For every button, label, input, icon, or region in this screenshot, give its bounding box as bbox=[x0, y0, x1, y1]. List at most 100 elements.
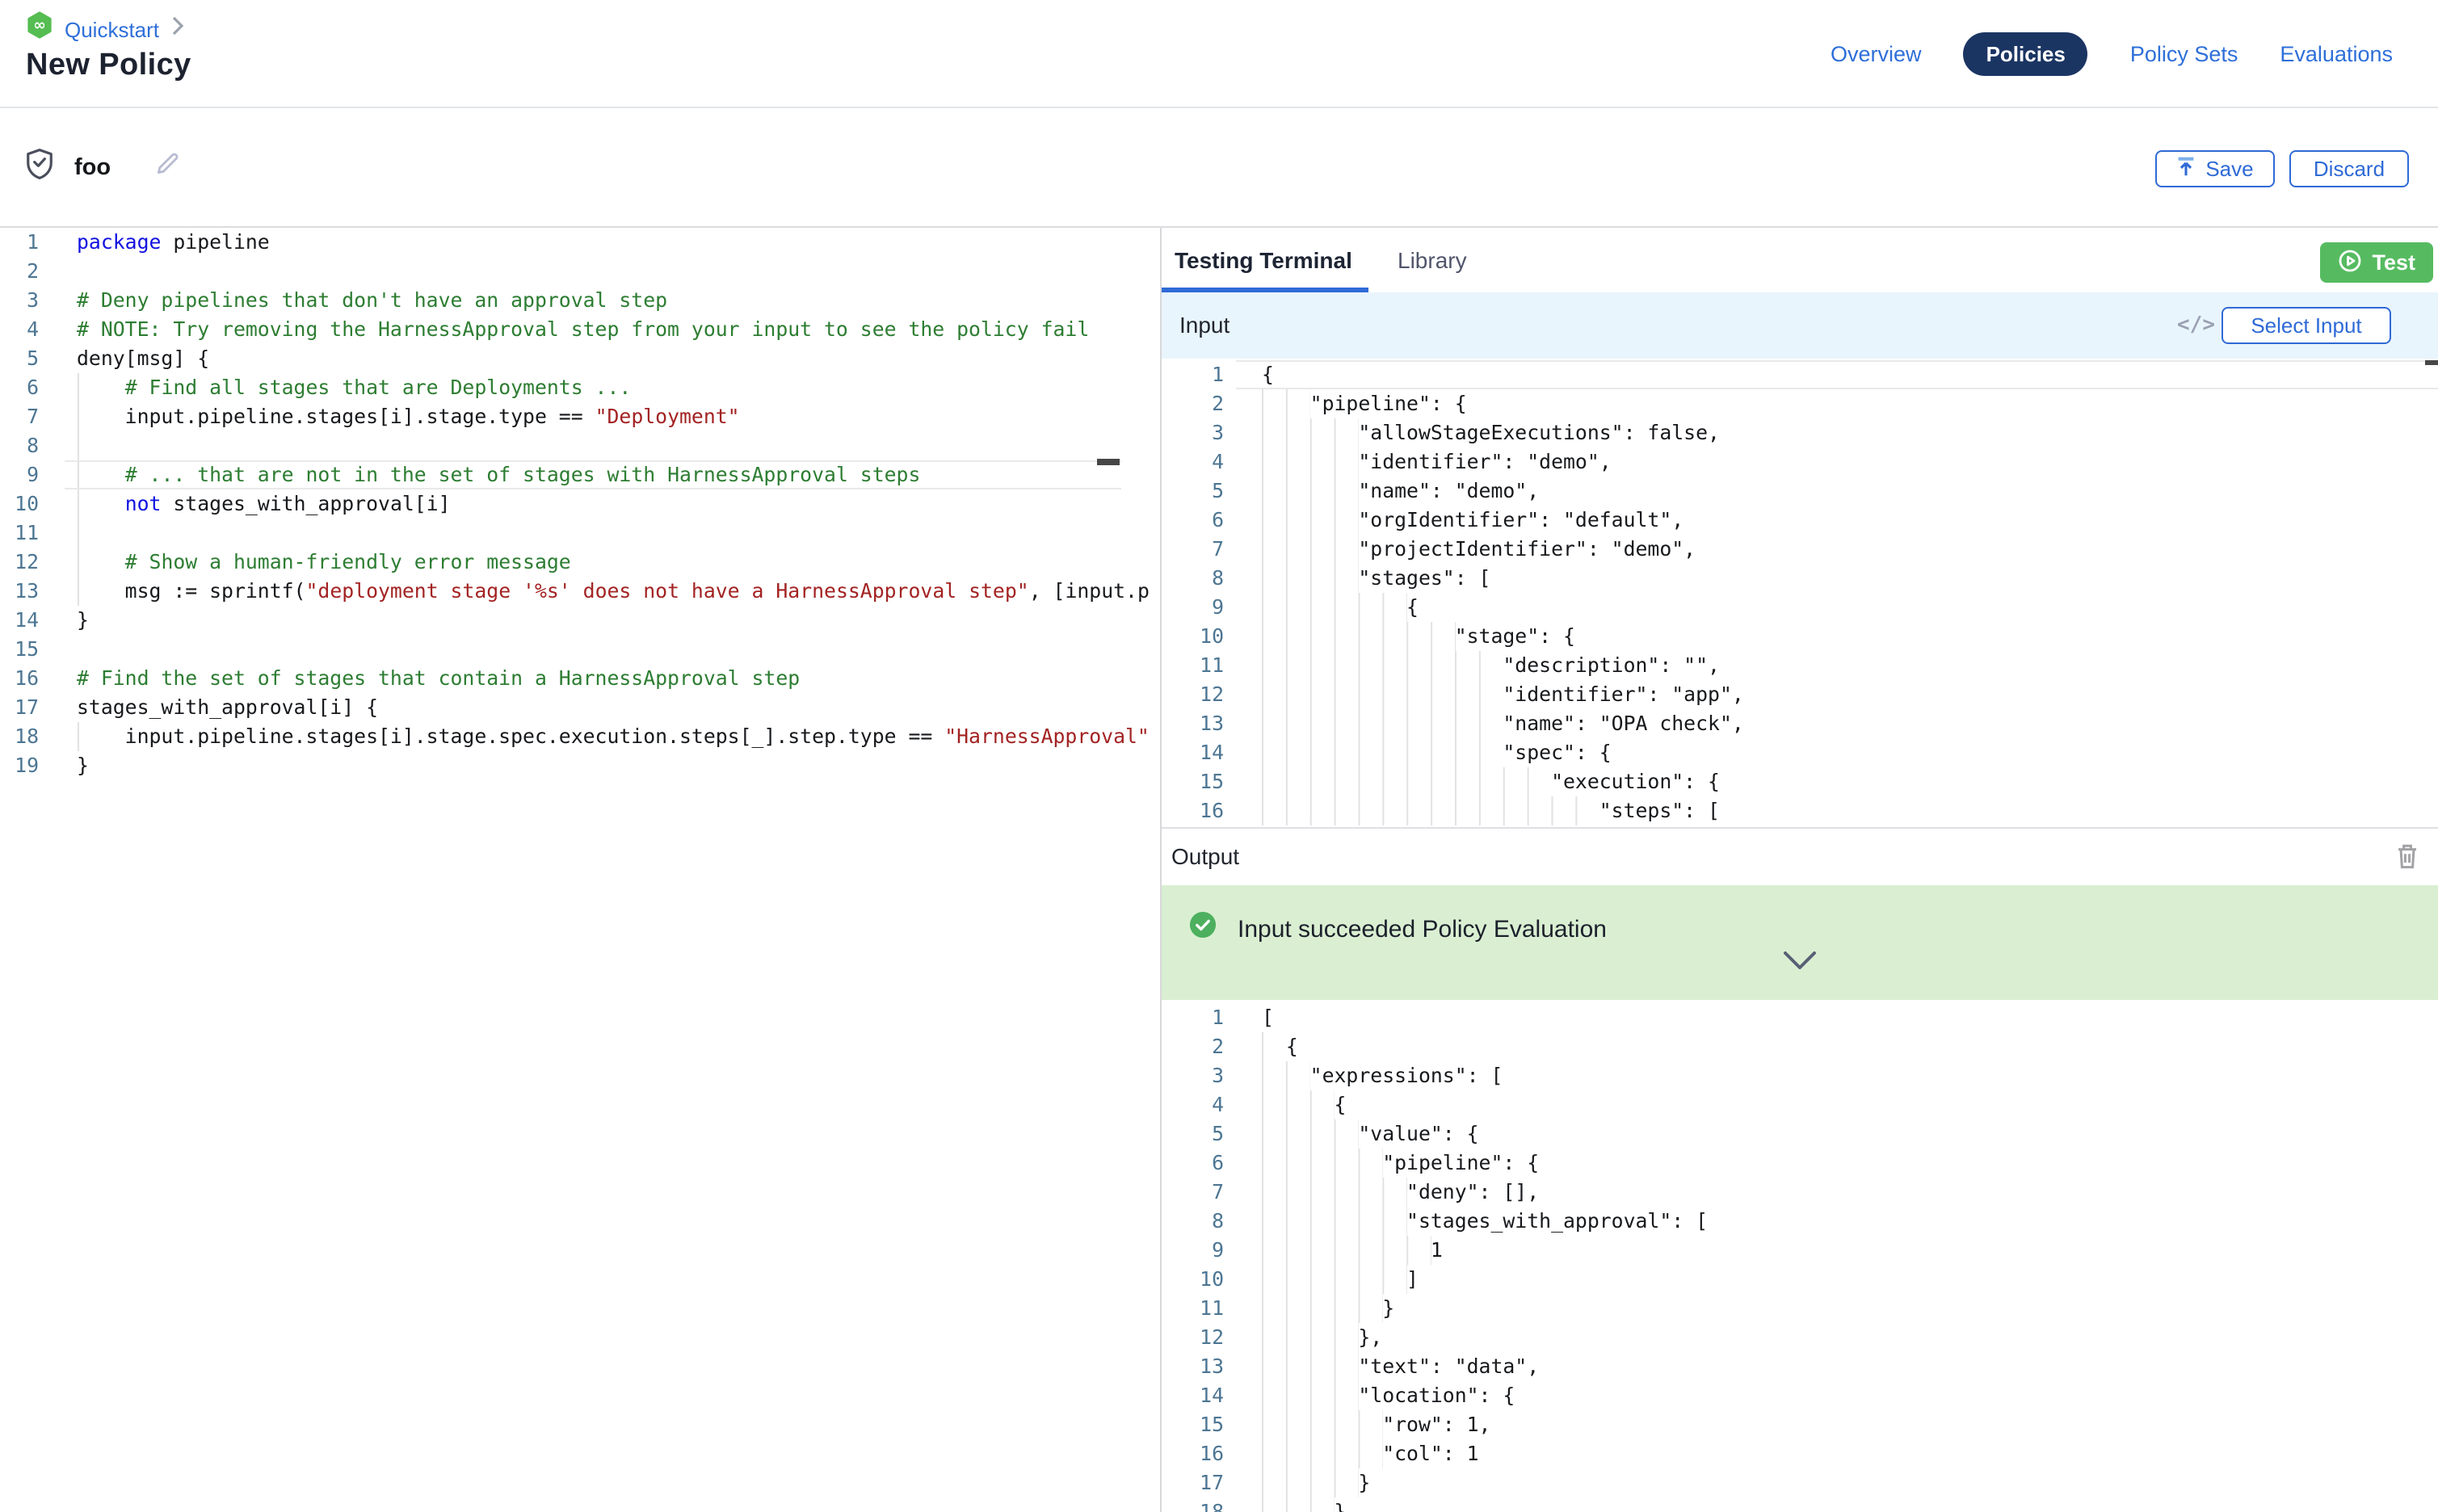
code-line: 18 input.pipeline.stages[i].stage.spec.e… bbox=[0, 722, 1160, 751]
line-number: 2 bbox=[0, 257, 39, 286]
code-line: 13 msg := sprintf("deployment stage '%s'… bbox=[0, 577, 1160, 606]
code-text: "spec": { bbox=[1262, 738, 1612, 767]
svg-text:∞: ∞ bbox=[33, 17, 46, 34]
code-text: not stages_with_approval[i] bbox=[77, 489, 451, 519]
code-line: 17 } bbox=[1162, 1468, 2438, 1497]
line-number: 5 bbox=[1162, 1119, 1224, 1149]
code-line: 3 "expressions": [ bbox=[1162, 1061, 2438, 1090]
discard-button[interactable]: Discard bbox=[2289, 150, 2409, 187]
line-number: 7 bbox=[0, 402, 39, 431]
save-button[interactable]: Save bbox=[2155, 150, 2275, 187]
code-text: "stage": { bbox=[1262, 622, 1575, 651]
code-view-icon[interactable]: </> bbox=[2177, 292, 2215, 359]
success-check-icon bbox=[1189, 911, 1217, 947]
clear-output-trash-icon[interactable] bbox=[2394, 842, 2420, 871]
line-number: 14 bbox=[0, 606, 39, 635]
code-text: # Deny pipelines that don't have an appr… bbox=[77, 286, 667, 315]
code-text: "identifier": "app", bbox=[1262, 680, 1744, 709]
line-number: 3 bbox=[0, 286, 39, 315]
output-json-editor[interactable]: 1[2 {3 "expressions": [4 {5 "value": {6 … bbox=[1162, 1003, 2438, 1512]
toolbar-actions: Save Discard bbox=[2155, 150, 2409, 187]
policy-name: foo bbox=[74, 155, 111, 181]
code-line: 16 "steps": [ bbox=[1162, 796, 2438, 825]
nav-item-evaluations[interactable]: Evaluations bbox=[2280, 42, 2393, 66]
line-number: 6 bbox=[1162, 506, 1224, 535]
code-line: 11 } bbox=[1162, 1294, 2438, 1323]
code-text: "steps": [ bbox=[1262, 796, 1720, 825]
tab-library[interactable]: Library bbox=[1385, 228, 1480, 288]
code-text: } bbox=[77, 606, 89, 635]
line-number: 12 bbox=[0, 548, 39, 577]
code-line: 3 # Deny pipelines that don't have an app… bbox=[0, 286, 1160, 315]
line-number: 11 bbox=[1162, 1294, 1224, 1323]
code-line: 9 { bbox=[1162, 593, 2438, 622]
line-number: 12 bbox=[1162, 680, 1224, 709]
code-line: 8 "stages": [ bbox=[1162, 564, 2438, 593]
code-text: msg := sprintf("deployment stage '%s' do… bbox=[77, 577, 1150, 606]
code-text: "text": "data", bbox=[1262, 1352, 1539, 1381]
line-number: 13 bbox=[1162, 1352, 1224, 1381]
shield-check-icon bbox=[24, 147, 55, 189]
page-header: ∞ Quickstart New Policy Overview Policie… bbox=[0, 0, 2438, 108]
code-line: 6 # Find all stages that are Deployments… bbox=[0, 373, 1160, 402]
code-text: [ bbox=[1262, 1003, 1274, 1032]
line-number: 8 bbox=[1162, 564, 1224, 593]
line-number: 4 bbox=[1162, 447, 1224, 477]
line-number: 10 bbox=[0, 489, 39, 519]
harness-logo-icon[interactable]: ∞ bbox=[26, 11, 53, 47]
code-line: 15 "execution": { bbox=[1162, 767, 2438, 796]
code-line: 17stages_with_approval[i] { bbox=[0, 693, 1160, 722]
code-text: "orgIdentifier": "default", bbox=[1262, 506, 1683, 535]
indent-guides bbox=[77, 431, 125, 460]
code-text: }, bbox=[1262, 1323, 1382, 1352]
code-text: { bbox=[1262, 1032, 1298, 1061]
code-line: 4 { bbox=[1162, 1090, 2438, 1119]
line-number: 4 bbox=[1162, 1090, 1224, 1119]
input-json-editor[interactable]: 1{2 "pipeline": {3 "allowStageExecutions… bbox=[1162, 360, 2438, 827]
breadcrumb-project-link[interactable]: Quickstart bbox=[65, 17, 159, 41]
line-number: 10 bbox=[1162, 1265, 1224, 1294]
code-line: 6 "pipeline": { bbox=[1162, 1149, 2438, 1178]
banner-message: Input succeeded Policy Evaluation bbox=[1238, 915, 1607, 943]
policy-toolbar: foo Save Discard bbox=[0, 108, 2438, 228]
code-line: 19} bbox=[0, 751, 1160, 780]
breadcrumb-chevron-icon bbox=[170, 15, 183, 44]
line-number: 12 bbox=[1162, 1323, 1224, 1352]
code-text: { bbox=[1262, 1090, 1346, 1119]
code-line: 5 "name": "demo", bbox=[1162, 477, 2438, 506]
code-line: 2 bbox=[0, 257, 1160, 286]
code-line: 13 "name": "OPA check", bbox=[1162, 709, 2438, 738]
code-line: 7 "deny": [], bbox=[1162, 1178, 2438, 1207]
collapse-chevron-icon[interactable] bbox=[1782, 950, 1818, 972]
nav-item-overview[interactable]: Overview bbox=[1831, 42, 1922, 66]
save-button-label: Save bbox=[2205, 157, 2253, 181]
nav-item-policies[interactable]: Policies bbox=[1964, 32, 2088, 76]
tab-testing-terminal[interactable]: Testing Terminal bbox=[1162, 228, 1365, 288]
line-number: 5 bbox=[1162, 477, 1224, 506]
code-line: 7 "projectIdentifier": "demo", bbox=[1162, 535, 2438, 564]
code-text: "name": "demo", bbox=[1262, 477, 1539, 506]
input-title: Input bbox=[1179, 292, 1230, 359]
code-line: 9 # ... that are not in the set of stage… bbox=[0, 460, 1160, 489]
code-text: "identifier": "demo", bbox=[1262, 447, 1612, 477]
code-line: 8 bbox=[0, 431, 1160, 460]
code-line: 18 } bbox=[1162, 1497, 2438, 1512]
code-line: 5deny[msg] { bbox=[0, 344, 1160, 373]
code-line: 12 # Show a human-friendly error message bbox=[0, 548, 1160, 577]
code-text: "col": 1 bbox=[1262, 1439, 1479, 1468]
edit-pencil-icon[interactable] bbox=[153, 150, 180, 186]
current-line-highlight bbox=[1236, 360, 2438, 389]
code-text: # Find the set of stages that contain a … bbox=[77, 664, 800, 693]
code-text: } bbox=[77, 751, 89, 780]
line-number: 13 bbox=[0, 577, 39, 606]
test-button[interactable]: Test bbox=[2320, 242, 2433, 283]
select-input-button[interactable]: Select Input bbox=[2222, 307, 2391, 344]
overview-ruler-cursor-marker bbox=[1097, 459, 1120, 465]
code-line: 16 "col": 1 bbox=[1162, 1439, 2438, 1468]
code-text: "name": "OPA check", bbox=[1262, 709, 1744, 738]
line-number: 8 bbox=[0, 431, 39, 460]
line-number: 6 bbox=[0, 373, 39, 402]
rego-code-editor[interactable]: 1package pipeline23# Deny pipelines that… bbox=[0, 228, 1160, 1284]
line-number: 18 bbox=[0, 722, 39, 751]
nav-item-policy-sets[interactable]: Policy Sets bbox=[2130, 42, 2238, 66]
